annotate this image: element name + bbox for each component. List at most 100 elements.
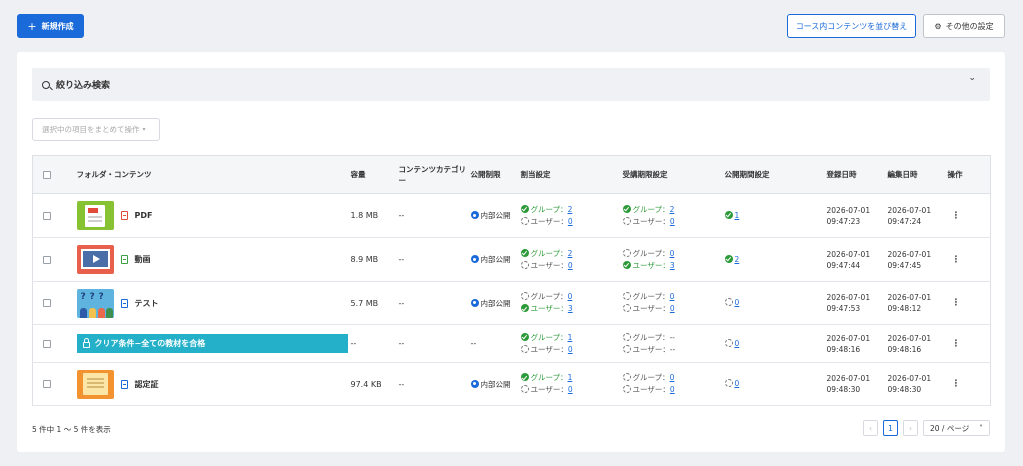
publish-period-link[interactable]: 1 [735, 211, 740, 220]
assign-group-link[interactable]: 1 [568, 333, 573, 342]
enroll-user-link[interactable]: 0 [670, 385, 675, 394]
content-cell: 認定証 [61, 362, 347, 406]
publish-period-link[interactable]: 0 [735, 379, 740, 388]
category-cell: -- [394, 237, 467, 282]
table-row: クリア条件−全ての教材を合格 -- -- -- グループ：1 ユーザー：0 グル… [32, 324, 991, 363]
pdf-thumbnail[interactable] [76, 201, 114, 230]
updated-date: 2026-07-01 [887, 333, 932, 343]
publish-period-link[interactable]: 0 [735, 298, 740, 307]
empty-circle-icon [622, 248, 631, 257]
page-1-button[interactable]: 1 [883, 420, 898, 436]
created-cell: 2026-07-01 09:48:30 [822, 362, 884, 406]
content-name[interactable]: 動画 [135, 254, 151, 265]
group-label: グループ： [632, 373, 670, 382]
assign-group-link[interactable]: 0 [568, 292, 573, 301]
empty-circle-icon [622, 292, 631, 300]
assign-user-link[interactable]: 3 [568, 304, 573, 313]
updated-time: 09:48:12 [887, 304, 922, 313]
publish-period-link[interactable]: 2 [735, 255, 740, 264]
more-actions-icon[interactable]: ⋮ [952, 211, 961, 221]
more-actions-icon[interactable]: ⋮ [952, 298, 961, 308]
select-all-checkbox[interactable] [43, 171, 52, 179]
assign-user-link[interactable]: 0 [568, 385, 573, 394]
assign-user-link[interactable]: 0 [568, 261, 573, 270]
enroll-user-link[interactable]: 0 [670, 217, 675, 226]
visibility-cell: -- [466, 324, 517, 363]
content-name[interactable]: PDF [135, 210, 153, 221]
more-actions-icon[interactable]: ⋮ [952, 255, 961, 265]
bulk-action-label: 選択中の項目をまとめて操作 [42, 125, 140, 134]
enroll-group-link[interactable]: 0 [670, 373, 675, 382]
assignment-cell: グループ：1 ユーザー：0 [516, 362, 619, 406]
enroll-period-cell: グループ：-- ユーザー：-- [618, 324, 721, 363]
bulk-action-dropdown[interactable]: 選択中の項目をまとめて操作 ▾ [32, 118, 160, 141]
size-cell: 97.4 KB [346, 362, 395, 406]
prev-page-button[interactable]: ‹ [863, 420, 878, 436]
assign-group-link[interactable]: 2 [568, 249, 573, 258]
sort-contents-button[interactable]: コース内コンテンツを並び替え [787, 14, 916, 38]
page-size-select[interactable]: 20 / ページ ˅ [923, 420, 990, 436]
empty-circle-icon [520, 216, 529, 225]
filter-search-panel[interactable]: 絞り込み検索 ˅ [32, 68, 990, 101]
enroll-group-link[interactable]: 2 [670, 205, 675, 214]
row-checkbox[interactable] [43, 339, 52, 348]
assign-group-link[interactable]: 2 [568, 205, 573, 214]
row-checkbox[interactable] [43, 211, 52, 220]
other-settings-button[interactable]: ⚙ その他の設定 [923, 14, 1005, 38]
updated-cell: 2026-07-01 09:48:12 [883, 281, 944, 325]
updated-cell: 2026-07-01 09:48:16 [883, 324, 944, 363]
check-circle-icon [724, 254, 733, 263]
more-actions-icon[interactable]: ⋮ [952, 379, 961, 389]
chevron-down-icon[interactable]: ˅ [968, 78, 975, 88]
publish-period-link[interactable]: 0 [735, 339, 740, 348]
category-cell: -- [394, 362, 467, 406]
assignment-cell: グループ：2 ユーザー：0 [516, 237, 619, 282]
assign-user-link[interactable]: 0 [568, 217, 573, 226]
user-label: ユーザー： [632, 260, 670, 270]
content-name[interactable]: 認定証 [135, 379, 159, 390]
clear-condition-label: クリア条件−全ての教材を合格 [94, 339, 206, 348]
enroll-group-link[interactable]: 0 [670, 249, 675, 258]
row-checkbox[interactable] [43, 299, 52, 307]
enroll-group-link[interactable]: 0 [670, 292, 675, 301]
empty-circle-icon [724, 338, 733, 347]
updated-date: 2026-07-01 [887, 205, 932, 215]
size-cell: 5.7 MB [346, 281, 395, 325]
check-circle-icon [724, 210, 733, 219]
enroll-user-link[interactable]: 0 [670, 304, 675, 313]
table-row: 認定証 97.4 KB -- 内部公開 グループ：1 ユーザー：0 グループ：0… [32, 362, 991, 406]
actions-cell: ⋮ [943, 362, 991, 406]
group-label: グループ： [530, 248, 568, 258]
col-enroll-period: 受講期限設定 [618, 155, 721, 194]
col-assignment: 割当設定 [516, 155, 619, 194]
user-label: ユーザー： [530, 385, 568, 394]
publish-period-cell: 0 [720, 362, 823, 406]
col-visibility: 公開制限 [466, 155, 517, 194]
row-checkbox[interactable] [43, 380, 52, 388]
category-cell: -- [394, 324, 467, 363]
enroll-user-link[interactable]: 3 [670, 261, 675, 270]
row-select-cell [32, 362, 62, 406]
created-time: 09:47:23 [826, 216, 861, 226]
assign-user-link[interactable]: 0 [568, 345, 573, 354]
next-page-button[interactable]: › [903, 420, 918, 436]
certificate-thumbnail[interactable] [76, 369, 114, 399]
check-circle-icon [622, 260, 631, 269]
col-size: 容量 [346, 155, 395, 194]
more-actions-icon[interactable]: ⋮ [952, 339, 961, 349]
video-thumbnail[interactable] [76, 245, 114, 274]
new-create-button[interactable]: + 新規作成 [17, 14, 84, 38]
user-label: ユーザー： [530, 304, 568, 313]
assignment-cell: グループ：2 ユーザー：0 [516, 193, 619, 238]
row-select-cell [32, 193, 62, 238]
lock-icon [82, 338, 90, 348]
clear-condition-bar[interactable]: クリア条件−全ての教材を合格 [76, 334, 348, 353]
content-name[interactable]: テスト [135, 298, 159, 309]
user-label: ユーザー： [632, 216, 670, 226]
test-thumbnail[interactable]: ??? [76, 288, 114, 318]
group-label: グループ： [632, 204, 670, 214]
assign-group-link[interactable]: 1 [568, 373, 573, 382]
user-label: ユーザー： [632, 344, 670, 354]
col-folder: フォルダ・コンテンツ [61, 155, 347, 194]
row-checkbox[interactable] [43, 255, 52, 264]
